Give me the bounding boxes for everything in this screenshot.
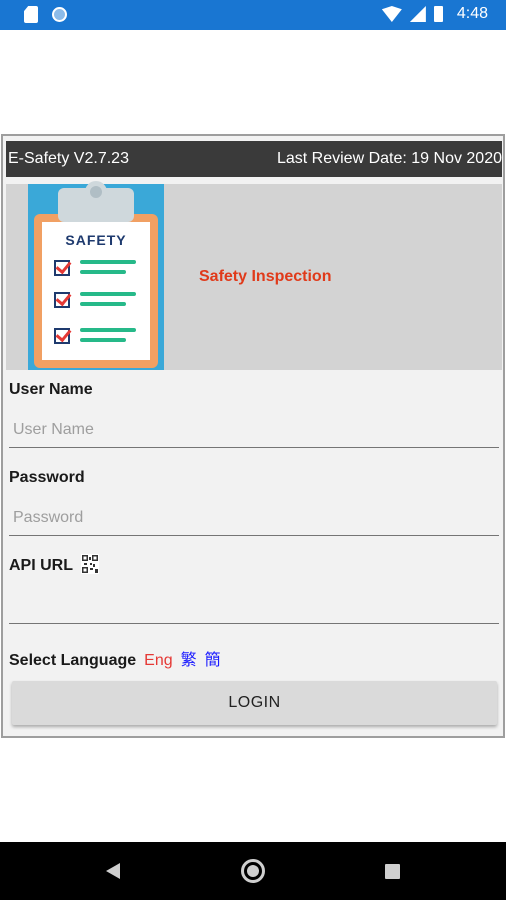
- battery-icon: [433, 6, 443, 22]
- circle-notification-icon: [52, 7, 67, 22]
- language-option-eng[interactable]: Eng: [144, 652, 172, 670]
- login-card: E-Safety V2.7.23 Last Review Date: 19 No…: [1, 134, 505, 738]
- checklist-line: [80, 338, 126, 342]
- checkbox-checked-icon: [54, 260, 70, 276]
- banner-title: Safety Inspection: [199, 268, 332, 285]
- api-url-input[interactable]: [9, 588, 499, 624]
- review-date: Last Review Date: 19 Nov 2020: [276, 150, 502, 167]
- checkbox-checked-icon: [54, 328, 70, 344]
- app-version: E-Safety V2.7.23: [8, 150, 129, 167]
- language-option-traditional-chinese[interactable]: 繁: [181, 646, 197, 670]
- back-icon[interactable]: [106, 863, 120, 879]
- status-time: 4:48: [456, 5, 488, 22]
- language-option-simplified-chinese[interactable]: 簡: [205, 646, 221, 670]
- username-label: User Name: [9, 381, 93, 398]
- language-label: Select Language: [9, 652, 137, 669]
- language-selector: Select Language Eng 繁 簡: [9, 646, 221, 670]
- logo-safety-text: SAFETY: [65, 232, 127, 248]
- checklist-line: [80, 328, 136, 332]
- clipboard-clip-ring: [85, 181, 107, 203]
- checklist-line: [80, 270, 126, 274]
- recent-apps-icon[interactable]: [385, 864, 400, 879]
- api-url-label: API URL: [9, 557, 73, 574]
- safety-clipboard-logo: SAFETY: [28, 181, 164, 370]
- signal-icon: [409, 6, 426, 22]
- home-icon[interactable]: [241, 859, 265, 883]
- sd-card-icon: [24, 6, 38, 23]
- password-input[interactable]: [9, 500, 499, 536]
- banner: SAFETY Safety Inspection: [6, 181, 502, 370]
- checkbox-checked-icon: [54, 292, 70, 308]
- navigation-bar: [0, 842, 506, 900]
- login-button[interactable]: LOGIN: [12, 681, 497, 725]
- wifi-icon: [381, 6, 402, 22]
- username-input[interactable]: [9, 412, 499, 448]
- checklist-line: [80, 302, 126, 306]
- status-bar: 4:48: [0, 0, 506, 30]
- app-header: E-Safety V2.7.23 Last Review Date: 19 No…: [6, 141, 502, 177]
- checklist-line: [80, 292, 136, 296]
- checklist-line: [80, 260, 136, 264]
- qr-code-icon[interactable]: [81, 554, 99, 574]
- password-label: Password: [9, 469, 85, 486]
